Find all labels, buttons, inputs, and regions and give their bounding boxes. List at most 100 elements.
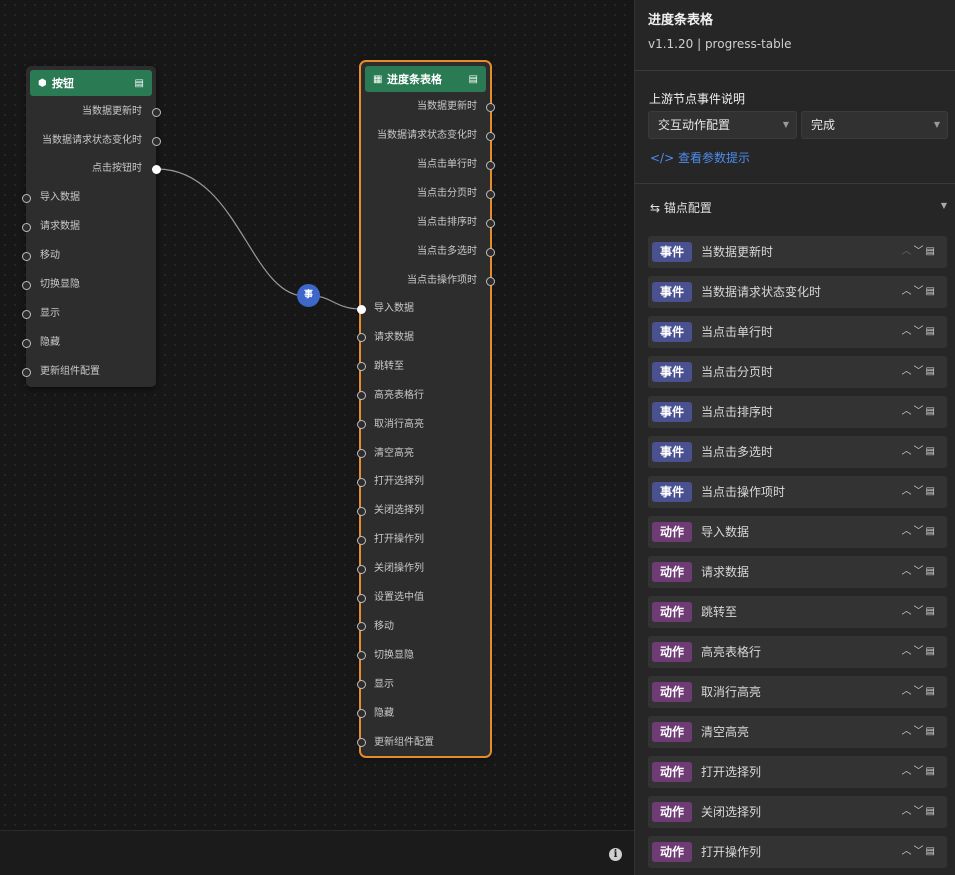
chevron-up-icon[interactable]: ︿ [902,406,914,417]
anchor-row[interactable]: 动作 请求数据 ︿﹀▤ [648,556,947,588]
input-port[interactable] [356,709,366,719]
doc-icon[interactable]: ▤ [926,646,937,657]
chevron-down-icon[interactable]: ﹀ [914,326,926,337]
input-port[interactable] [356,564,366,574]
chevron-up-icon[interactable]: ︿ [902,606,914,617]
chevron-down-icon[interactable]: ﹀ [914,446,926,457]
anchor-row[interactable]: 动作 关闭选择列 ︿﹀▤ [648,796,947,828]
anchor-row[interactable]: 动作 打开操作列 ︿﹀▤ [648,836,947,868]
doc-icon[interactable]: ▤ [926,846,937,857]
chevron-down-icon[interactable]: ﹀ [914,566,926,577]
input-port[interactable] [356,622,366,632]
doc-icon[interactable]: ▤ [926,366,937,377]
input-port[interactable] [356,391,366,401]
event-select[interactable]: 完成 ▼ [801,111,948,139]
input-port[interactable] [21,251,31,261]
anchor-row[interactable]: 事件 当点击分页时 ︿﹀▤ [648,356,947,388]
transform-node-badge[interactable]: 事 [297,284,320,307]
chevron-up-icon[interactable]: ︿ [902,486,914,497]
chevron-down-icon[interactable]: ﹀ [914,486,926,497]
output-port[interactable] [486,160,495,170]
input-port[interactable] [21,309,31,319]
caret-down-icon[interactable]: ▼ [941,201,947,210]
input-port[interactable] [356,651,366,661]
chevron-up-icon[interactable]: ︿ [902,326,914,337]
table-node-header[interactable]: ▦ 进度条表格 ▤ [365,66,486,92]
doc-icon[interactable]: ▤ [926,286,937,297]
chevron-down-icon[interactable]: ﹀ [914,806,926,817]
chevron-up-icon[interactable]: ︿ [902,526,914,537]
doc-icon[interactable]: ▤ [469,74,478,85]
button-node[interactable]: ⬢ 按钮 ▤ 当数据更新时 当数据请求状态变化时 点击按钮时 导入数据 请求数据 移动 切换… [21,66,161,387]
input-port[interactable] [21,222,31,232]
anchor-row[interactable]: 事件 当数据更新时 ︿﹀▤ [648,236,947,268]
chevron-up-icon[interactable]: ︿ [902,726,914,737]
input-port[interactable] [356,362,366,372]
input-port[interactable] [356,535,366,545]
chevron-down-icon[interactable]: ﹀ [914,686,926,697]
anchor-row[interactable]: 动作 取消行高亮 ︿﹀▤ [648,676,947,708]
chevron-up-icon[interactable]: ︿ [902,286,914,297]
anchor-row[interactable]: 事件 当数据请求状态变化时 ︿﹀▤ [648,276,947,308]
anchor-config-title[interactable]: ⇆ 锚点配置 [650,199,712,216]
input-port[interactable] [21,338,31,348]
doc-icon[interactable]: ▤ [926,446,937,457]
anchor-row[interactable]: 动作 跳转至 ︿﹀▤ [648,596,947,628]
doc-icon[interactable]: ▤ [926,406,937,417]
chevron-up-icon[interactable]: ︿ [902,246,914,257]
doc-icon[interactable]: ▤ [926,566,937,577]
output-port[interactable] [152,136,161,146]
flow-canvas[interactable]: ⬢ 按钮 ▤ 当数据更新时 当数据请求状态变化时 点击按钮时 导入数据 请求数据 移动 切换… [0,0,634,830]
chevron-up-icon[interactable]: ︿ [902,446,914,457]
chevron-down-icon[interactable]: ﹀ [914,646,926,657]
input-port[interactable] [356,420,366,430]
chevron-up-icon[interactable]: ︿ [902,806,914,817]
chevron-down-icon[interactable]: ﹀ [914,766,926,777]
chevron-up-icon[interactable]: ︿ [902,366,914,377]
output-port[interactable] [486,102,495,112]
anchor-row[interactable]: 事件 当点击排序时 ︿﹀▤ [648,396,947,428]
chevron-down-icon[interactable]: ﹀ [914,526,926,537]
chevron-up-icon[interactable]: ︿ [902,846,914,857]
chevron-up-icon[interactable]: ︿ [902,646,914,657]
anchor-row[interactable]: 事件 当点击多选时 ︿﹀▤ [648,436,947,468]
anchor-row[interactable]: 事件 当点击操作项时 ︿﹀▤ [648,476,947,508]
input-port[interactable] [21,193,31,203]
doc-icon[interactable]: ▤ [926,686,937,697]
doc-icon[interactable]: ▤ [926,606,937,617]
doc-icon[interactable]: ▤ [926,726,937,737]
view-param-hint-link[interactable]: </> 查看参数提示 [650,149,750,166]
chevron-down-icon[interactable]: ﹀ [914,366,926,377]
chevron-down-icon[interactable]: ﹀ [914,406,926,417]
output-port[interactable] [152,164,161,174]
anchor-row[interactable]: 动作 高亮表格行 ︿﹀▤ [648,636,947,668]
doc-icon[interactable]: ▤ [926,326,937,337]
output-port[interactable] [486,218,495,228]
doc-icon[interactable]: ▤ [926,246,937,257]
chevron-up-icon[interactable]: ︿ [902,566,914,577]
doc-icon[interactable]: ▤ [926,526,937,537]
output-port[interactable] [152,107,161,117]
action-config-select[interactable]: 交互动作配置 ▼ [648,111,797,139]
input-port[interactable] [356,738,366,747]
input-port[interactable] [356,333,366,343]
input-port[interactable] [21,367,31,377]
input-port[interactable] [356,593,366,603]
doc-icon[interactable]: ▤ [926,766,937,777]
button-node-header[interactable]: ⬢ 按钮 ▤ [30,70,152,96]
output-port[interactable] [486,189,495,199]
output-port[interactable] [486,247,495,257]
chevron-down-icon[interactable]: ﹀ [914,286,926,297]
anchor-row[interactable]: 动作 清空高亮 ︿﹀▤ [648,716,947,748]
chevron-down-icon[interactable]: ﹀ [914,846,926,857]
input-port[interactable] [356,680,366,690]
input-port[interactable] [21,280,31,290]
chevron-down-icon[interactable]: ﹀ [914,246,926,257]
output-port[interactable] [486,131,495,141]
input-port[interactable] [356,449,366,458]
chevron-up-icon[interactable]: ︿ [902,686,914,697]
output-port[interactable] [486,276,495,286]
anchor-row[interactable]: 动作 打开选择列 ︿﹀▤ [648,756,947,788]
info-icon[interactable]: i [609,848,622,861]
chevron-up-icon[interactable]: ︿ [902,766,914,777]
